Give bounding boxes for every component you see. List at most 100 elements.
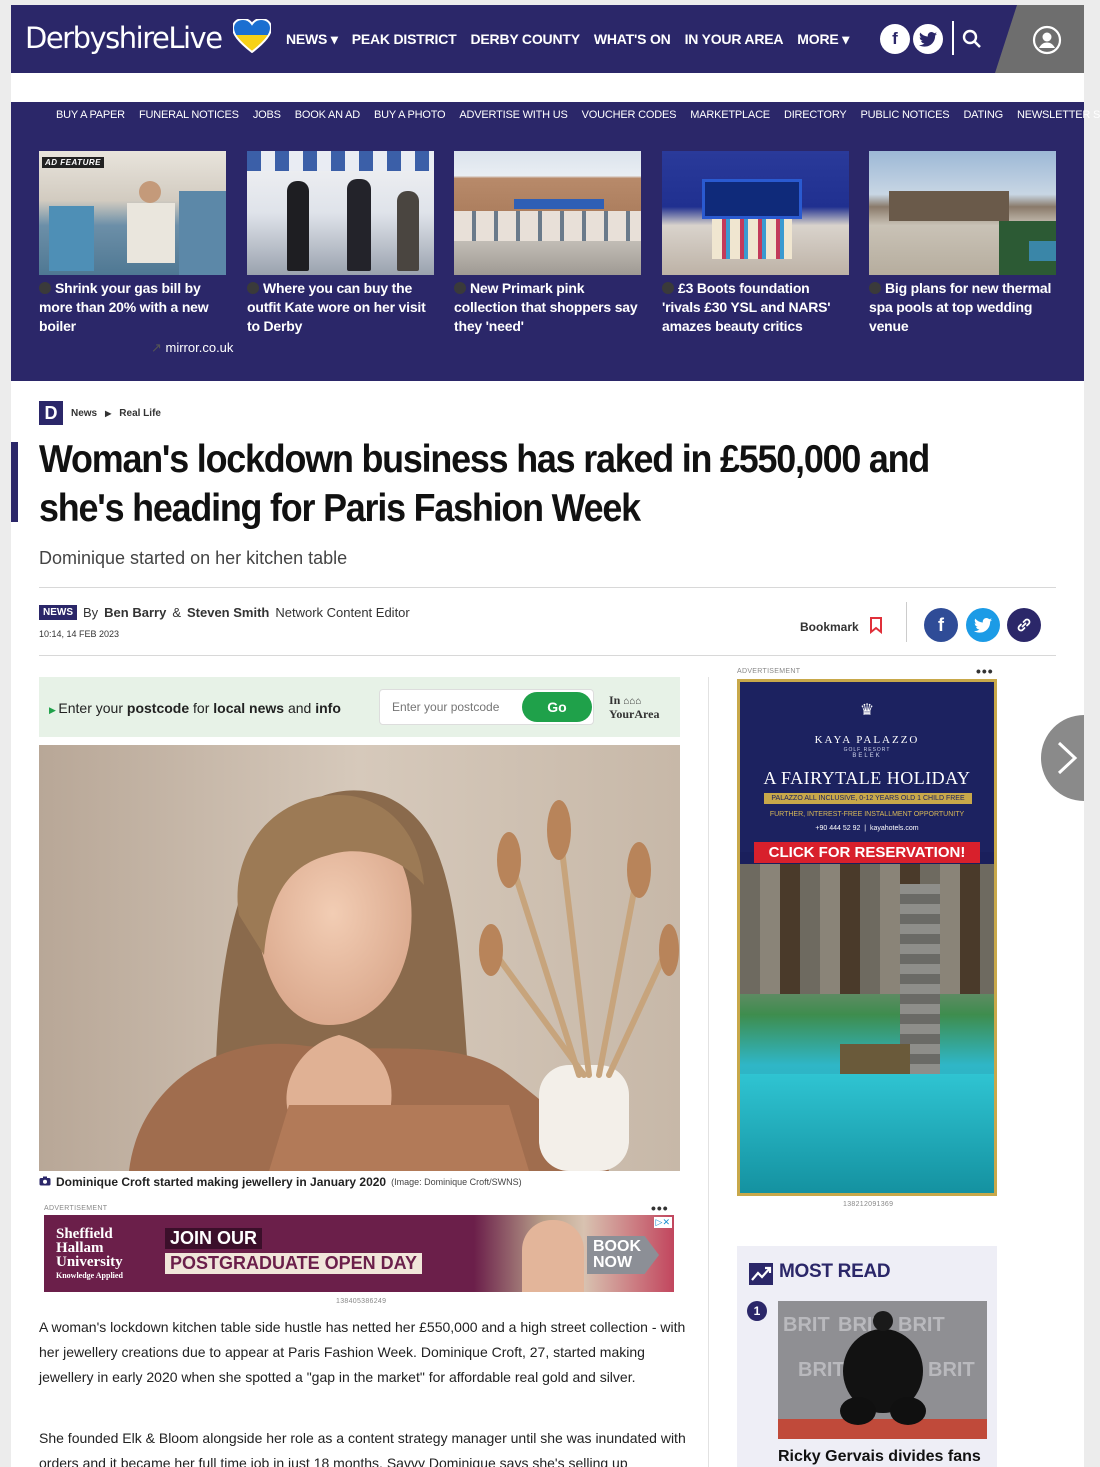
author-link[interactable]: Ben Barry <box>104 605 166 620</box>
header-divider <box>952 21 954 55</box>
news-badge: NEWS <box>39 605 77 620</box>
nav-in-your-area[interactable]: IN YOUR AREA <box>685 31 784 48</box>
link-marketplace[interactable]: MARKETPLACE <box>690 109 770 121</box>
promo-title: Big plans for new thermal spa pools at t… <box>869 280 1052 334</box>
reservation-button[interactable]: CLICK FOR RESERVATION! <box>754 842 980 863</box>
promo-image <box>662 151 849 275</box>
divider <box>39 587 1056 588</box>
section-logo[interactable]: D <box>39 401 63 425</box>
link-jobs[interactable]: JOBS <box>253 109 281 121</box>
author-link[interactable]: Steven Smith <box>187 605 269 620</box>
next-article-button[interactable] <box>1041 715 1084 801</box>
promo-source[interactable]: ↗ mirror.co.uk <box>151 340 233 356</box>
ad-title: A FAIRYTALE HOLIDAY <box>763 768 971 788</box>
ad-feature-badge: AD FEATURE <box>42 157 104 168</box>
promo-title: Shrink your gas bill by more than 20% wi… <box>39 280 209 334</box>
link-public-notices[interactable]: PUBLIC NOTICES <box>861 109 950 121</box>
svg-text:BRIT: BRIT <box>898 1314 945 1336</box>
breadcrumb-real-life[interactable]: Real Life <box>119 408 161 419</box>
logo-main: Derbyshire <box>25 21 170 55</box>
nav-derby-county[interactable]: DERBY COUNTY <box>470 31 580 48</box>
nav-news[interactable]: NEWS ▾ <box>286 31 338 48</box>
ad-further: FURTHER, INTEREST-FREE INSTALLMENT OPPOR… <box>769 811 965 818</box>
ad-options-icon[interactable]: ••• <box>976 663 994 679</box>
crown-icon: ♛ <box>859 702 875 719</box>
twitter-icon[interactable] <box>913 24 943 54</box>
caption-text: Dominique Croft started making jewellery… <box>56 1175 387 1189</box>
share-facebook-icon[interactable]: f <box>924 608 958 642</box>
article-paragraph: She founded Elk & Bloom alongside her ro… <box>39 1430 686 1467</box>
link-funeral-notices[interactable]: FUNERAL NOTICES <box>139 109 239 121</box>
promo-bullet-icon <box>39 282 51 294</box>
nav-whats-on[interactable]: WHAT'S ON <box>594 31 671 48</box>
promo-card[interactable]: New Primark pink collection that shopper… <box>454 151 641 336</box>
search-icon[interactable] <box>962 29 982 54</box>
copy-link-icon[interactable] <box>1007 608 1041 642</box>
promo-title: £3 Boots foundation 'rivals £30 YSL and … <box>662 280 831 334</box>
ukraine-heart-icon <box>232 17 273 61</box>
image-caption: Dominique Croft started making jewellery… <box>39 1175 522 1189</box>
article-hero-image[interactable] <box>39 745 680 1171</box>
headline-accent-bar <box>11 442 18 522</box>
camera-icon <box>39 1175 51 1189</box>
byline-by: By <box>83 605 99 620</box>
nav-more[interactable]: MORE ▾ <box>797 31 849 48</box>
book-now-button[interactable]: BOOK NOW <box>587 1236 659 1274</box>
promo-card[interactable]: £3 Boots foundation 'rivals £30 YSL and … <box>662 151 849 336</box>
side-ad[interactable]: ♛ KAYA PALAZZO GOLF RESORT BELEK A FAIRY… <box>737 679 997 1196</box>
promo-card[interactable]: Where you can buy the outfit Kate wore o… <box>247 151 434 336</box>
link-book-an-ad[interactable]: BOOK AN AD <box>295 109 360 121</box>
ad-label: ADVERTISEMENT <box>44 1205 108 1212</box>
top-header: DerbyshireLive NEWS ▾ PEAK DISTRICT DERB… <box>11 5 1084 73</box>
link-dating[interactable]: DATING <box>963 109 1003 121</box>
share-twitter-icon[interactable] <box>966 608 1000 642</box>
caret-right-icon: ▶ <box>49 705 59 715</box>
svg-text:BRIT: BRIT <box>783 1314 830 1336</box>
ad-location: BELEK <box>852 753 882 759</box>
ad-person-image <box>522 1220 584 1292</box>
link-directory[interactable]: DIRECTORY <box>784 109 847 121</box>
postcode-prompt: ▶ Enter your postcode for local news and… <box>49 700 341 716</box>
ad-label: ADVERTISEMENT <box>737 668 801 675</box>
link-buy-a-paper[interactable]: BUY A PAPER <box>56 109 125 121</box>
caption-credit: (Image: Dominique Croft/SWNS) <box>391 1177 522 1187</box>
banner-line2: POSTGRADUATE OPEN DAY <box>165 1253 423 1274</box>
bookmark-button[interactable]: Bookmark <box>800 617 883 637</box>
ad-options-icon[interactable]: ••• <box>651 1200 669 1216</box>
most-read-panel: MOST READ 1 BRIT BRIT BRIT BRIT BRIT Ricky G… <box>737 1246 997 1467</box>
link-newsletter-signup[interactable]: NEWSLETTER SIGNUP <box>1017 109 1100 121</box>
most-read-headline[interactable]: Ricky Gervais divides fans <box>778 1448 981 1466</box>
promo-title: New Primark pink collection that shopper… <box>454 280 638 334</box>
facebook-icon[interactable]: f <box>880 24 910 54</box>
user-icon <box>1032 25 1062 60</box>
breadcrumb-arrow-icon: ▶ <box>105 408 112 418</box>
main-nav: NEWS ▾ PEAK DISTRICT DERBY COUNTY WHAT'S… <box>286 31 849 48</box>
ad-offer: PALAZZO ALL INCLUSIVE, 0-12 YEARS OLD 1 … <box>764 793 972 804</box>
promo-image: AD FEATURE <box>39 151 226 275</box>
promo-bullet-icon <box>662 282 674 294</box>
promo-card[interactable]: AD FEATURE Shrink your gas bill by more … <box>39 151 226 336</box>
rank-badge: 1 <box>747 1301 767 1321</box>
account-button[interactable] <box>995 5 1084 73</box>
ad-brand: KAYA PALAZZO <box>814 734 920 746</box>
promo-bullet-icon <box>247 282 259 294</box>
adchoices-icon[interactable]: ▷✕ <box>653 1217 672 1228</box>
most-read-image[interactable]: BRIT BRIT BRIT BRIT BRIT <box>778 1301 987 1439</box>
university-logo: Sheffield Hallam University Knowledge Appli… <box>56 1226 123 1281</box>
link-buy-a-photo[interactable]: BUY A PHOTO <box>374 109 446 121</box>
promo-card[interactable]: Big plans for new thermal spa pools at t… <box>869 151 1056 336</box>
promo-image <box>454 151 641 275</box>
link-voucher-codes[interactable]: VOUCHER CODES <box>582 109 677 121</box>
breadcrumb-news[interactable]: News <box>71 408 97 419</box>
nav-peak-district[interactable]: PEAK DISTRICT <box>352 31 457 48</box>
article-standfirst: Dominique started on her kitchen table <box>39 548 348 568</box>
banner-line1: JOIN OUR <box>165 1228 263 1249</box>
svg-text:BRIT: BRIT <box>928 1359 975 1381</box>
promo-image <box>247 151 434 275</box>
banner-ad[interactable]: Sheffield Hallam University Knowledge Appli… <box>44 1215 674 1292</box>
site-logo[interactable]: DerbyshireLive <box>25 17 273 61</box>
ad-contact: +90 444 52 92 | kayahotels.com <box>815 825 919 832</box>
divider <box>39 655 1056 656</box>
link-advertise[interactable]: ADVERTISE WITH US <box>459 109 567 121</box>
postcode-go-button[interactable]: Go <box>522 692 592 722</box>
